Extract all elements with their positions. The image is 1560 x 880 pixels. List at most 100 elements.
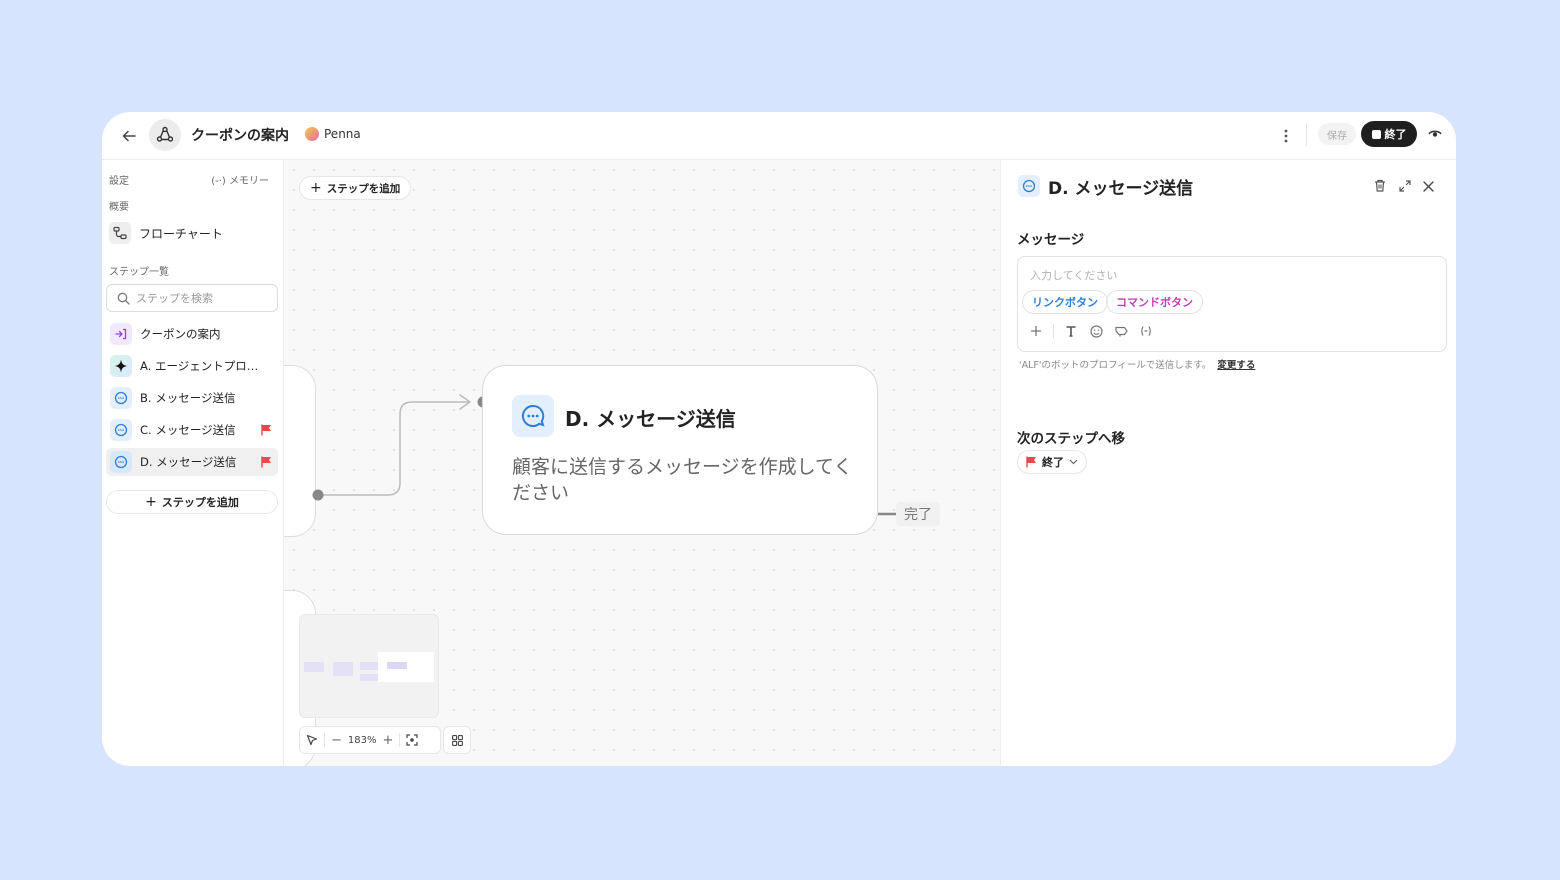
- zoom-toolbar: − 183% +: [299, 726, 441, 754]
- editor-toolbar: [1028, 323, 1154, 339]
- sidebar-step-item[interactable]: クーポンの案内: [106, 320, 278, 348]
- plus-icon: +: [145, 494, 157, 510]
- flow-canvas[interactable]: + ステップを追加 D. メッセージ送信 顧客に送信するメッセージを作成してくだ…: [284, 160, 1000, 766]
- flag-icon: [1026, 456, 1036, 468]
- divider: [1306, 124, 1307, 146]
- message-icon: [110, 387, 132, 409]
- flag-icon: [261, 456, 272, 471]
- change-profile-link[interactable]: 変更する: [1217, 357, 1255, 371]
- add-step-button[interactable]: + ステップを追加: [106, 490, 278, 514]
- step-label: D. メッセージ送信: [140, 455, 237, 469]
- persona-chip[interactable]: Penna: [305, 127, 361, 141]
- bot-note-text: 'ALF'のボットのプロフィールで送信します。: [1019, 360, 1212, 371]
- step-search-input[interactable]: ステップを検索: [106, 284, 278, 312]
- zoom-level: 183%: [347, 734, 377, 746]
- flowchart-icon: [109, 222, 131, 244]
- next-step-label: 次のステップへ移: [1017, 431, 1125, 447]
- message-icon: [1018, 175, 1040, 197]
- message-section-label: メッセージ: [1017, 232, 1085, 248]
- node-description: 顧客に送信するメッセージを作成してください: [512, 456, 853, 504]
- close-icon: [1423, 181, 1434, 192]
- search-placeholder: ステップを検索: [136, 292, 213, 305]
- sidebar-step-item[interactable]: C. メッセージ送信: [106, 416, 278, 444]
- kebab-icon: [1284, 129, 1288, 143]
- minimap-toggle-button[interactable]: [443, 726, 471, 754]
- step-detail-panel: D. メッセージ送信 メッセージ 入力してください リンクボタン コマンドボタン: [1000, 160, 1456, 766]
- memory-button[interactable]: (-·) メモリー: [211, 172, 269, 187]
- persona-name: Penna: [324, 127, 361, 141]
- preview-button[interactable]: [1425, 124, 1445, 144]
- variable-button[interactable]: [1138, 323, 1154, 339]
- end-button[interactable]: 終了: [1361, 121, 1417, 147]
- app-window: クーポンの案内 Penna 保存 終了 設定 (-·) メモリー 概要 フローチ…: [102, 112, 1456, 766]
- more-options-button[interactable]: [1276, 124, 1296, 148]
- trash-icon: [1375, 179, 1385, 192]
- arrow-left-icon: [122, 130, 136, 142]
- fit-view-button[interactable]: [406, 734, 419, 746]
- emoji-button[interactable]: [1088, 323, 1104, 339]
- variable-icon: [1141, 326, 1151, 336]
- settings-label: 設定: [109, 176, 129, 187]
- delete-step-button[interactable]: [1374, 177, 1386, 196]
- step-label: C. メッセージ送信: [140, 423, 236, 437]
- sidebar-step-item[interactable]: A. エージェントプロンプト: [106, 352, 278, 380]
- sticker-button[interactable]: [1113, 323, 1129, 339]
- message-icon: [110, 419, 132, 441]
- sidebar-item-label: フローチャート: [139, 226, 223, 241]
- message-icon: [110, 451, 132, 473]
- sidebar-step-item[interactable]: B. メッセージ送信: [106, 384, 278, 412]
- text-format-button[interactable]: [1063, 323, 1079, 339]
- step-label: B. メッセージ送信: [140, 391, 236, 405]
- sidebar-step-item[interactable]: D. メッセージ送信: [106, 448, 278, 476]
- message-editor[interactable]: 入力してください リンクボタン コマンドボタン: [1017, 256, 1447, 352]
- add-attachment-button[interactable]: [1028, 323, 1044, 339]
- step-label: クーポンの案内: [140, 327, 221, 341]
- select-tool-button[interactable]: [306, 734, 318, 746]
- steps-section-label: ステップ一覧: [109, 267, 169, 278]
- link-button-chip[interactable]: リンクボタン: [1022, 290, 1108, 314]
- expand-panel-button[interactable]: [1399, 177, 1411, 196]
- chevron-down-icon: [1069, 459, 1078, 465]
- tag-icon: [1114, 326, 1128, 337]
- grid-icon: [451, 734, 463, 746]
- emoji-icon: [1089, 324, 1103, 338]
- page-title: クーポンの案内: [191, 128, 289, 144]
- entry-icon: [110, 323, 132, 345]
- header: クーポンの案内 Penna 保存 終了: [102, 112, 1456, 160]
- overview-label: 概要: [109, 202, 129, 213]
- bot-profile-note: 'ALF'のボットのプロフィールで送信します。 変更する: [1019, 357, 1255, 371]
- text-icon: [1066, 326, 1076, 337]
- message-placeholder: 入力してください: [1030, 269, 1118, 282]
- search-icon: [117, 292, 130, 305]
- avatar: [305, 127, 319, 141]
- node-title: D. メッセージ送信: [565, 407, 736, 431]
- zoom-in-button[interactable]: +: [383, 733, 394, 748]
- close-panel-button[interactable]: [1423, 177, 1434, 196]
- divider: [399, 733, 401, 747]
- back-button[interactable]: [118, 125, 140, 147]
- minimap-nodes: [304, 652, 434, 682]
- end-button-label: 終了: [1384, 128, 1407, 141]
- flag-icon: [261, 424, 272, 439]
- stop-icon: [1371, 129, 1381, 139]
- message-icon: [512, 395, 554, 437]
- divider: [324, 733, 325, 747]
- next-step-value: 終了: [1042, 456, 1064, 469]
- step-label: A. エージェントプロンプト: [140, 359, 268, 373]
- plus-icon: [1031, 326, 1041, 336]
- sparkle-icon: [110, 355, 132, 377]
- focus-icon: [406, 734, 419, 746]
- save-button[interactable]: 保存: [1318, 123, 1356, 145]
- sidebar-item-flowchart[interactable]: フローチャート: [109, 221, 279, 245]
- command-button-chip[interactable]: コマンドボタン: [1106, 290, 1203, 314]
- cursor-icon: [306, 734, 318, 746]
- panel-title: D. メッセージ送信: [1048, 179, 1194, 199]
- workflow-icon: [149, 119, 181, 151]
- zoom-out-button[interactable]: −: [331, 733, 342, 748]
- expand-icon: [1399, 180, 1411, 192]
- done-handle-label[interactable]: 完了: [896, 502, 940, 526]
- flow-node-message[interactable]: D. メッセージ送信 顧客に送信するメッセージを作成してください: [482, 365, 878, 535]
- sidebar: 設定 (-·) メモリー 概要 フローチャート ステップ一覧 ステップを検索 ク…: [102, 160, 284, 766]
- next-step-select[interactable]: 終了: [1017, 450, 1087, 474]
- minimap[interactable]: [299, 614, 439, 718]
